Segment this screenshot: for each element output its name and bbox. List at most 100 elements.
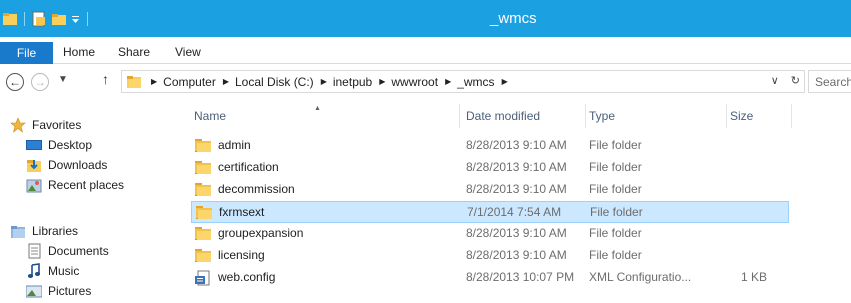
nav-item-documents[interactable]: Documents bbox=[26, 241, 109, 261]
folder-icon bbox=[195, 160, 211, 175]
folder-icon bbox=[195, 248, 211, 263]
address-row: ← → ▼ ↑ ▶ Computer ▶ Local Disk (C:) ▶ inet… bbox=[0, 64, 851, 104]
star-icon bbox=[10, 117, 26, 133]
file-type: File folder bbox=[589, 160, 642, 174]
properties-icon[interactable] bbox=[31, 11, 47, 27]
navigation-pane: Favorites Desktop Downloads Recent place… bbox=[0, 104, 181, 303]
nav-item-label: Music bbox=[48, 264, 80, 278]
search-input[interactable]: Search bbox=[808, 70, 851, 93]
file-name: fxrmsext bbox=[219, 205, 265, 219]
nav-favorites[interactable]: Favorites bbox=[10, 115, 81, 135]
nav-item-downloads[interactable]: Downloads bbox=[26, 155, 107, 175]
toolbar-separator bbox=[87, 12, 88, 26]
chevron-right-icon[interactable]: ▶ bbox=[502, 77, 508, 86]
file-date-modified: 8/28/2013 9:10 AM bbox=[466, 138, 567, 152]
new-folder-icon[interactable] bbox=[51, 11, 67, 27]
chevron-right-icon[interactable]: ▶ bbox=[445, 77, 451, 86]
desktop-icon bbox=[26, 137, 42, 153]
nav-favorites-label: Favorites bbox=[32, 118, 82, 132]
column-header-date[interactable]: Date modified bbox=[463, 104, 586, 128]
arrow-up-icon: ↑ bbox=[102, 71, 109, 87]
file-name: decommission bbox=[218, 182, 295, 196]
up-button[interactable]: ↑ bbox=[102, 71, 109, 87]
file-row[interactable]: fxrmsext 7/1/2014 7:54 AM File folder bbox=[191, 201, 789, 223]
file-date-modified: 8/28/2013 9:10 AM bbox=[466, 182, 567, 196]
file-type: File folder bbox=[589, 248, 642, 262]
file-type: File folder bbox=[589, 226, 642, 240]
file-date-modified: 8/28/2013 10:07 PM bbox=[466, 270, 575, 284]
tab-view[interactable]: View bbox=[175, 41, 201, 64]
ribbon-tab-row: File Home Share View bbox=[0, 37, 851, 64]
folder-icon[interactable] bbox=[2, 11, 18, 27]
chevron-down-icon: ▼ bbox=[58, 74, 68, 85]
title-bar: _wmcs bbox=[0, 0, 851, 37]
file-date-modified: 7/1/2014 7:54 AM bbox=[467, 205, 562, 219]
breadcrumb-wwwroot[interactable]: wwwroot bbox=[391, 75, 438, 89]
tab-share[interactable]: Share bbox=[118, 41, 150, 64]
back-button[interactable]: ← bbox=[6, 73, 24, 91]
music-icon bbox=[26, 263, 42, 279]
file-size: 1 KB bbox=[740, 270, 767, 284]
config-file-icon bbox=[195, 270, 211, 286]
chevron-right-icon[interactable]: ▶ bbox=[223, 77, 229, 86]
file-type: File folder bbox=[589, 182, 642, 196]
file-date-modified: 8/28/2013 9:10 AM bbox=[466, 248, 567, 262]
breadcrumb-local-disk[interactable]: Local Disk (C:) bbox=[235, 75, 314, 89]
breadcrumb-inetpub[interactable]: inetpub bbox=[333, 75, 372, 89]
folder-icon bbox=[195, 226, 211, 241]
window-title: _wmcs bbox=[490, 10, 537, 27]
column-header-name[interactable]: Name bbox=[191, 104, 460, 128]
column-header-type[interactable]: Type bbox=[586, 104, 727, 128]
file-name: licensing bbox=[218, 248, 265, 262]
nav-item-label: Documents bbox=[48, 244, 109, 258]
sort-ascending-icon: ▲ bbox=[314, 105, 321, 112]
nav-item-recent-places[interactable]: Recent places bbox=[26, 175, 124, 195]
file-date-modified: 8/28/2013 9:10 AM bbox=[466, 160, 567, 174]
nav-item-music[interactable]: Music bbox=[26, 261, 79, 281]
file-row[interactable]: admin 8/28/2013 9:10 AM File folder bbox=[191, 135, 789, 157]
file-row[interactable]: decommission 8/28/2013 9:10 AM File folder bbox=[191, 179, 789, 201]
arrow-right-icon: → bbox=[34, 75, 46, 89]
chevron-right-icon[interactable]: ▶ bbox=[379, 77, 385, 86]
file-row[interactable]: web.config 8/28/2013 10:07 PM XML Configur… bbox=[191, 267, 789, 289]
breadcrumb-wmcs[interactable]: _wmcs bbox=[457, 75, 494, 89]
file-name: certification bbox=[218, 160, 279, 174]
tab-file[interactable]: File bbox=[0, 42, 53, 64]
file-type: File folder bbox=[589, 138, 642, 152]
tab-home[interactable]: Home bbox=[63, 41, 95, 64]
folder-icon bbox=[195, 182, 211, 197]
nav-item-label: Recent places bbox=[48, 178, 125, 192]
recent-locations-dropdown[interactable]: ▼ bbox=[58, 74, 68, 85]
chevron-down-icon[interactable]: ∨ bbox=[771, 74, 779, 87]
nav-item-label: Downloads bbox=[48, 158, 108, 172]
file-row[interactable]: certification 8/28/2013 9:10 AM File folde… bbox=[191, 157, 789, 179]
file-date-modified: 8/28/2013 9:10 AM bbox=[466, 226, 567, 240]
file-name: admin bbox=[218, 138, 251, 152]
nav-item-label: Pictures bbox=[48, 284, 92, 298]
file-name: groupexpansion bbox=[218, 226, 304, 240]
folder-icon bbox=[196, 205, 212, 220]
file-name: web.config bbox=[218, 270, 276, 284]
file-row[interactable]: groupexpansion 8/28/2013 9:10 AM File fold… bbox=[191, 223, 789, 245]
nav-libraries[interactable]: Libraries bbox=[10, 221, 78, 241]
column-header-size[interactable]: Size bbox=[727, 104, 792, 128]
folder-icon bbox=[126, 74, 142, 90]
folder-icon bbox=[195, 138, 211, 153]
refresh-icon[interactable]: ↻ bbox=[791, 74, 800, 87]
nav-item-desktop[interactable]: Desktop bbox=[26, 135, 92, 155]
forward-button[interactable]: → bbox=[31, 73, 49, 91]
quick-access-toolbar bbox=[2, 9, 94, 29]
address-bar[interactable]: ▶ Computer ▶ Local Disk (C:) ▶ inetpub ▶ www… bbox=[121, 70, 805, 93]
chevron-right-icon[interactable]: ▶ bbox=[321, 77, 327, 86]
file-type: XML Configuratio... bbox=[589, 270, 692, 284]
documents-icon bbox=[26, 243, 42, 259]
customize-dropdown-icon[interactable] bbox=[71, 11, 81, 27]
arrow-left-icon: ← bbox=[9, 75, 21, 89]
file-type: File folder bbox=[590, 205, 643, 219]
nav-item-pictures[interactable]: Pictures bbox=[25, 281, 92, 301]
nav-item-label: Desktop bbox=[48, 138, 93, 152]
breadcrumb-computer[interactable]: Computer bbox=[163, 75, 216, 89]
toolbar-separator bbox=[24, 12, 25, 26]
chevron-right-icon[interactable]: ▶ bbox=[151, 77, 157, 86]
file-row[interactable]: licensing 8/28/2013 9:10 AM File folder bbox=[191, 245, 789, 267]
